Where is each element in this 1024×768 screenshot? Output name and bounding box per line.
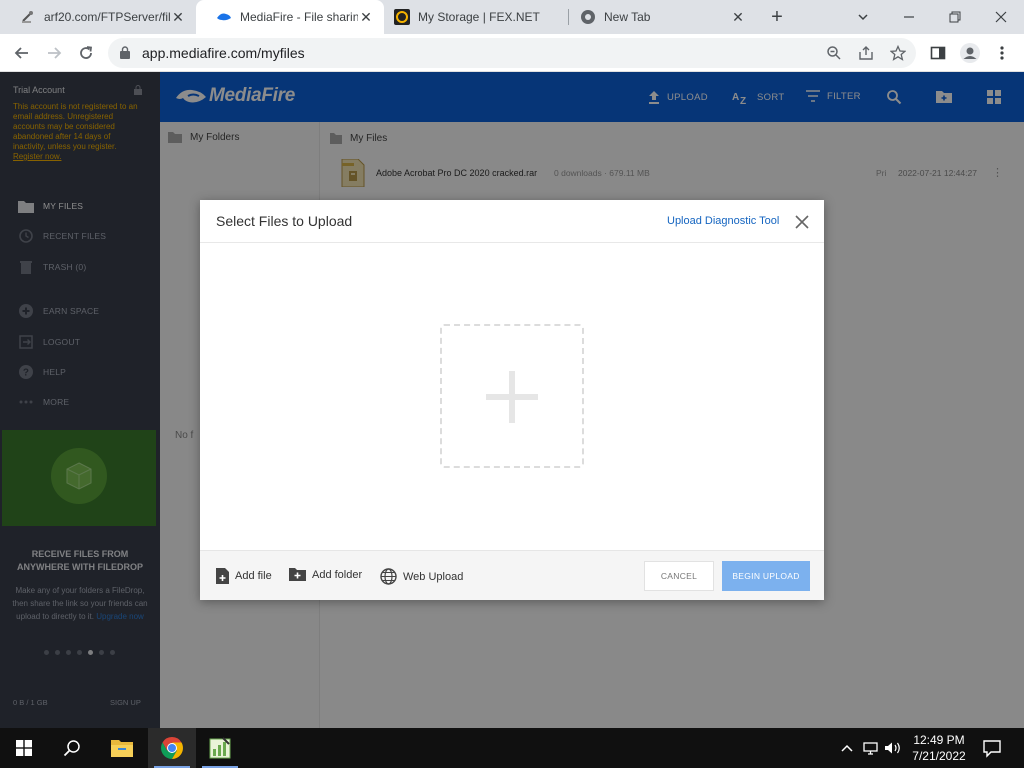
upload-dialog: Select Files to Upload Upload Diagnostic… [200, 200, 824, 600]
zoom-icon[interactable] [826, 45, 842, 61]
tab-separator [568, 9, 569, 25]
begin-upload-button[interactable]: BEGIN UPLOAD [722, 561, 810, 591]
star-icon[interactable] [890, 45, 906, 61]
search-button[interactable] [48, 728, 96, 768]
close-tab-icon[interactable]: ✕ [730, 9, 746, 25]
new-tab-button[interactable]: + [766, 6, 788, 28]
file-drop-zone[interactable] [440, 324, 584, 468]
kebab-menu-icon [1000, 46, 1004, 60]
share-icon[interactable] [858, 45, 874, 61]
upload-dialog-footer: Add file Add folder Web Upload CANCEL BE… [200, 550, 824, 600]
tab-ftp[interactable]: arf20.com/FTPServer/fil ✕ [0, 0, 196, 34]
lock-icon [120, 46, 130, 59]
tab-mediafire[interactable]: MediaFire - File sharing ✕ [196, 0, 384, 34]
mediafire-favicon-icon [216, 9, 232, 25]
close-icon[interactable] [794, 214, 810, 230]
avatar-icon [960, 43, 980, 63]
chrome-favicon-icon [580, 9, 596, 25]
notepad-taskbar-button[interactable] [196, 728, 244, 768]
tab-strip: arf20.com/FTPServer/fil ✕ MediaFire - Fi… [0, 0, 1024, 34]
file-explorer-button[interactable] [98, 728, 146, 768]
fex-favicon-icon [394, 9, 410, 25]
address-bar[interactable]: app.mediafire.com/myfiles [108, 38, 916, 68]
cancel-button[interactable]: CANCEL [644, 561, 714, 591]
globe-icon [380, 568, 397, 585]
side-panel-icon [930, 46, 946, 60]
start-button[interactable] [0, 728, 48, 768]
profile-button[interactable] [960, 43, 980, 63]
minimize-button[interactable] [886, 0, 932, 34]
chevron-down-icon [858, 14, 868, 21]
file-explorer-icon [111, 740, 133, 757]
search-icon [63, 740, 80, 757]
close-window-button[interactable] [978, 0, 1024, 34]
notification-icon[interactable] [982, 738, 1002, 758]
menu-button[interactable] [992, 43, 1012, 63]
taskbar: 12:49 PM 7/21/2022 [0, 728, 1024, 768]
reload-icon [80, 46, 93, 59]
tab-fex[interactable]: My Storage | FEX.NET [384, 0, 568, 34]
plus-icon-vertical [509, 371, 515, 423]
arrow-right-icon [48, 47, 62, 59]
arrow-left-icon [14, 47, 28, 59]
tab-new-tab[interactable]: New Tab ✕ [570, 0, 756, 34]
forward-button[interactable] [40, 39, 68, 67]
reload-button[interactable] [72, 39, 100, 67]
upload-diagnostic-link[interactable]: Upload Diagnostic Tool [667, 215, 779, 227]
clock-date: 7/21/2022 [912, 749, 966, 763]
add-folder-icon [289, 568, 306, 581]
web-upload-button[interactable]: Web Upload [380, 568, 463, 585]
close-tab-icon[interactable]: ✕ [358, 9, 374, 25]
volume-icon[interactable] [884, 740, 902, 756]
chevron-up-icon[interactable] [838, 740, 856, 756]
dialog-title: Select Files to Upload [216, 213, 353, 229]
close-icon [995, 11, 1007, 23]
side-panel-button[interactable] [928, 43, 948, 63]
add-folder-button[interactable]: Add folder [289, 568, 362, 581]
add-file-button[interactable]: Add file [216, 568, 272, 584]
system-clock[interactable]: 12:49 PM 7/21/2022 [904, 732, 974, 764]
chart-app-icon [209, 737, 231, 759]
minimize-icon [904, 16, 914, 18]
close-tab-icon[interactable]: ✕ [170, 9, 186, 25]
add-file-icon [216, 568, 229, 584]
upload-dialog-header: Select Files to Upload Upload Diagnostic… [200, 200, 824, 243]
clock-time: 12:49 PM [913, 733, 965, 747]
chrome-taskbar-button[interactable] [148, 728, 196, 768]
windows-icon [16, 740, 32, 756]
restore-icon [949, 11, 961, 23]
back-button[interactable] [8, 39, 36, 67]
browser-toolbar: app.mediafire.com/myfiles [0, 34, 1024, 72]
chrome-icon [161, 737, 183, 759]
url-text: app.mediafire.com/myfiles [142, 45, 305, 61]
tab-search-button[interactable] [840, 0, 886, 34]
maximize-button[interactable] [932, 0, 978, 34]
ftp-favicon-icon [20, 9, 36, 25]
network-icon[interactable] [862, 740, 880, 756]
